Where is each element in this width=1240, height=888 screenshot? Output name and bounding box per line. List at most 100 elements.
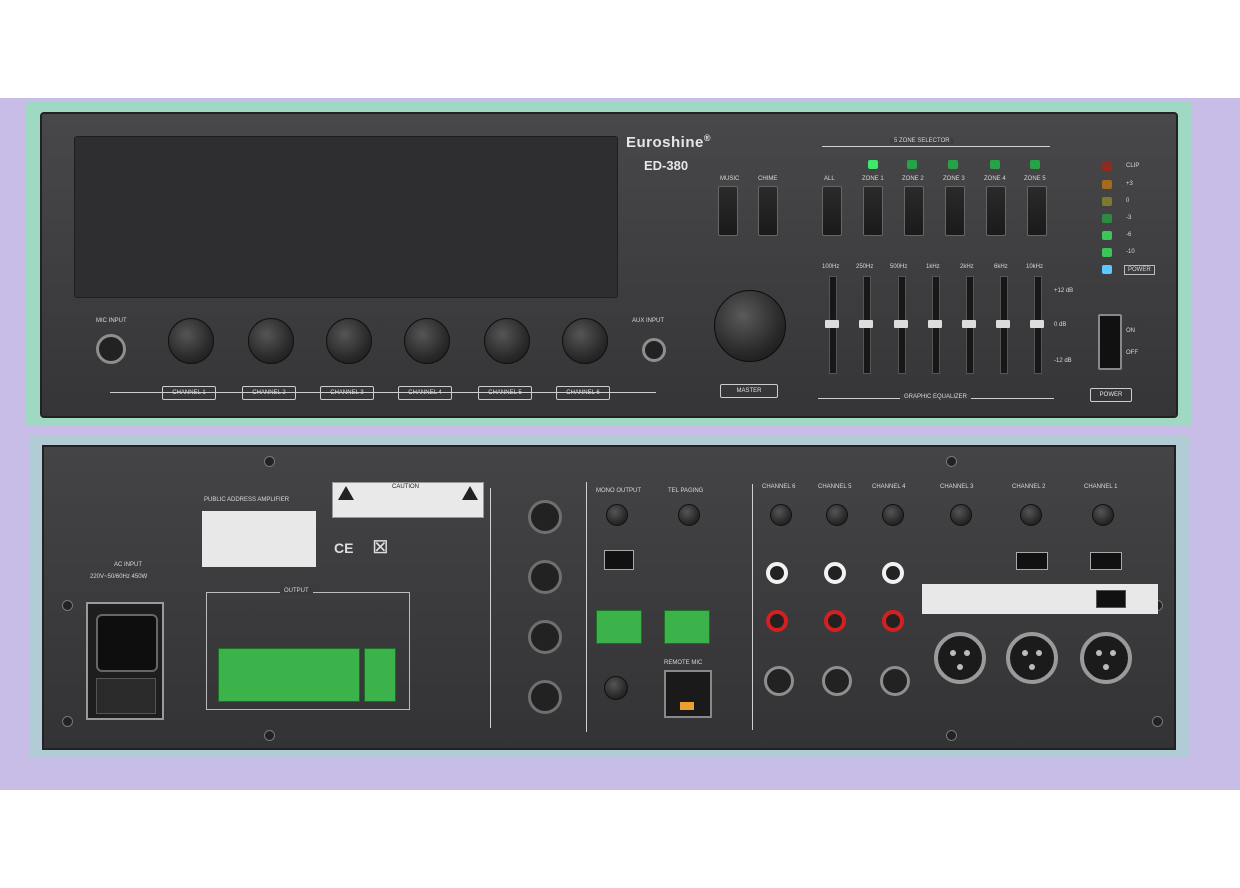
channel-6-rca-right[interactable]: [766, 610, 788, 632]
rear-screw: [1152, 716, 1163, 727]
channel-2-gain-knob[interactable]: [1020, 504, 1042, 526]
aux-input-jack[interactable]: [642, 338, 666, 362]
power-on-label: ON: [1126, 328, 1135, 334]
channel-2-xlr-input[interactable]: [1006, 632, 1058, 684]
eq-band-250-label: 250Hz: [856, 264, 874, 270]
channel-1-mode-switch[interactable]: [1090, 552, 1122, 570]
channel-5-volume-knob[interactable]: [484, 318, 530, 364]
remote-mic-rj45-port[interactable]: [664, 670, 712, 718]
fuse-drawer[interactable]: [96, 678, 156, 714]
remote-level-knob[interactable]: [604, 676, 628, 700]
input-bracket-line: [110, 392, 656, 393]
channel-3-gain-knob[interactable]: [950, 504, 972, 526]
zone-2-button[interactable]: [904, 186, 924, 236]
line-output-terminals[interactable]: [364, 648, 396, 702]
zone-4-button[interactable]: [986, 186, 1006, 236]
rear-jack-1[interactable]: [528, 500, 562, 534]
eq-fader-6khz[interactable]: [996, 320, 1010, 328]
warning-title: CAUTION: [392, 484, 419, 490]
eq-scale-bottom: -12 dB: [1054, 358, 1072, 364]
rear-jack-3[interactable]: [528, 620, 562, 654]
chime-button-label: CHIME: [758, 176, 778, 182]
display-window: [74, 136, 618, 298]
eq-band-100-label: 100Hz: [822, 264, 840, 270]
rear-channel-1-label: CHANNEL 1: [1084, 484, 1118, 490]
meter-minus3-label: -3: [1126, 215, 1132, 221]
channel-3-volume-knob[interactable]: [326, 318, 372, 364]
eq-fader-100hz[interactable]: [825, 320, 839, 328]
zone-all-button[interactable]: [822, 186, 842, 236]
mono-output-switch[interactable]: [604, 550, 634, 570]
channel-4-volume-knob[interactable]: [404, 318, 450, 364]
channel-1-gain-knob[interactable]: [1092, 504, 1114, 526]
eq-scale-top: +12 dB: [1054, 288, 1074, 294]
eq-band-10k-label: 10kHz: [1026, 264, 1044, 270]
warning-triangle-icon: [338, 486, 354, 500]
tel-paging-level-knob[interactable]: [678, 504, 700, 526]
channel-5-gain-knob[interactable]: [826, 504, 848, 526]
channel-4-rca-left[interactable]: [882, 562, 904, 584]
zone-3-button[interactable]: [945, 186, 965, 236]
mono-output-level-knob[interactable]: [606, 504, 628, 526]
mic-input-label: MIC INPUT: [96, 318, 127, 324]
channel-4-gain-knob[interactable]: [882, 504, 904, 526]
power-led: [1102, 265, 1112, 274]
meter-0-label: 0: [1126, 198, 1130, 204]
eq-fader-2khz[interactable]: [962, 320, 976, 328]
master-volume-knob[interactable]: [714, 290, 786, 362]
channel-3-label: CHANNEL 3: [320, 386, 374, 400]
eq-fader-1khz[interactable]: [928, 320, 942, 328]
channel-5-rca-left[interactable]: [824, 562, 846, 584]
mic-input-jack[interactable]: [96, 334, 126, 364]
channel-5-rca-right[interactable]: [824, 610, 846, 632]
channel-4-rca-right[interactable]: [882, 610, 904, 632]
zone-1-button[interactable]: [863, 186, 883, 236]
channel-6-rca-left[interactable]: [766, 562, 788, 584]
serial-label-plate: [202, 511, 316, 567]
eq-fader-10khz[interactable]: [1030, 320, 1044, 328]
pa-label: PUBLIC ADDRESS AMPLIFIER: [204, 497, 290, 503]
channel-6-jack[interactable]: [764, 666, 794, 696]
remote-mic-label: REMOTE MIC: [664, 660, 703, 666]
power-label: POWER: [1090, 388, 1132, 402]
rear-jack-2[interactable]: [528, 560, 562, 594]
chime-button[interactable]: [758, 186, 778, 236]
rear-channel-3-label: CHANNEL 3: [940, 484, 974, 490]
channel-6-volume-knob[interactable]: [562, 318, 608, 364]
channel-2-label: CHANNEL 2: [242, 386, 296, 400]
power-off-label: OFF: [1126, 350, 1138, 356]
zone-3-led: [948, 160, 958, 169]
eq-band-1k-label: 1kHz: [926, 264, 940, 270]
eq-band-6k-label: 6kHz: [994, 264, 1008, 270]
channel-1-label: CHANNEL 1: [162, 386, 216, 400]
ac-power-inlet[interactable]: [86, 602, 164, 720]
rear-channel-4-label: CHANNEL 4: [872, 484, 906, 490]
channel-3-xlr-input[interactable]: [934, 632, 986, 684]
music-button[interactable]: [718, 186, 738, 236]
tel-paging-label: TEL PAGING: [668, 488, 704, 494]
eq-fader-500hz[interactable]: [894, 320, 908, 328]
mono-output-terminals[interactable]: [596, 610, 642, 644]
channel-5-jack[interactable]: [822, 666, 852, 696]
rear-screw: [264, 456, 275, 467]
channel-2-mode-switch[interactable]: [1016, 552, 1048, 570]
zone-5-button[interactable]: [1027, 186, 1047, 236]
tel-paging-terminals[interactable]: [664, 610, 710, 644]
meter-minus6-led: [1102, 231, 1112, 240]
weee-bin-icon: ⊠: [372, 536, 389, 558]
channel-1-xlr-input[interactable]: [1080, 632, 1132, 684]
channel-4-jack[interactable]: [880, 666, 910, 696]
channel-1-volume-knob[interactable]: [168, 318, 214, 364]
eq-fader-250hz[interactable]: [859, 320, 873, 328]
rear-divider: [490, 488, 491, 728]
power-switch[interactable]: [1098, 314, 1122, 370]
rear-jack-4[interactable]: [528, 680, 562, 714]
zone-2-label: ZONE 2: [902, 176, 924, 182]
phantom-power-switch[interactable]: [1096, 590, 1126, 608]
speaker-output-terminals[interactable]: [218, 648, 360, 702]
zone-all-label: ALL: [824, 176, 835, 182]
channel-2-volume-knob[interactable]: [248, 318, 294, 364]
channel-6-gain-knob[interactable]: [770, 504, 792, 526]
zone-3-label: ZONE 3: [943, 176, 965, 182]
meter-minus10-label: -10: [1126, 249, 1135, 255]
